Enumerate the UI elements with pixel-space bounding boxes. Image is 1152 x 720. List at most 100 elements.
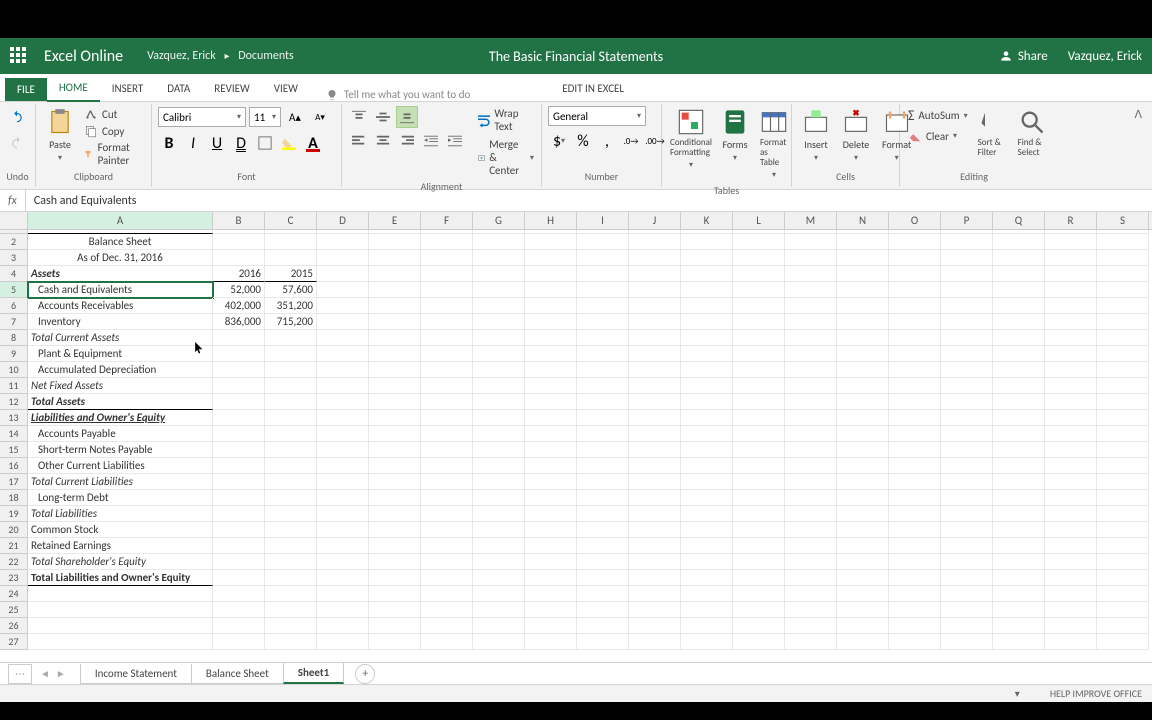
cell-D16[interactable] — [317, 458, 369, 474]
row-header[interactable]: 14 — [0, 426, 28, 442]
undo-button[interactable] — [6, 106, 28, 128]
cell-C4[interactable]: 2015 — [265, 266, 317, 282]
cell-L7[interactable] — [733, 314, 785, 330]
cell-F21[interactable] — [421, 538, 473, 554]
cell-J14[interactable] — [629, 426, 681, 442]
cell-L2[interactable] — [733, 234, 785, 250]
cell-E3[interactable] — [369, 250, 421, 266]
cell-E18[interactable] — [369, 490, 421, 506]
cell-Q20[interactable] — [993, 522, 1045, 538]
cell-O3[interactable] — [889, 250, 941, 266]
cell-N25[interactable] — [837, 602, 889, 618]
number-format-select[interactable]: General▾ — [548, 106, 646, 126]
cell-S18[interactable] — [1097, 490, 1149, 506]
tell-me-search[interactable]: Tell me what you want to do — [326, 88, 470, 101]
cell-R23[interactable] — [1045, 570, 1097, 586]
cell-H20[interactable] — [525, 522, 577, 538]
cell-Q15[interactable] — [993, 442, 1045, 458]
cell-E7[interactable] — [369, 314, 421, 330]
cell-M20[interactable] — [785, 522, 837, 538]
cell-K25[interactable] — [681, 602, 733, 618]
cell-I21[interactable] — [577, 538, 629, 554]
cell-I15[interactable] — [577, 442, 629, 458]
cell-P25[interactable] — [941, 602, 993, 618]
align-left-button[interactable] — [348, 130, 370, 152]
cell-K20[interactable] — [681, 522, 733, 538]
row-header[interactable]: 9 — [0, 346, 28, 362]
cell-A3[interactable]: As of Dec. 31, 2016 — [28, 250, 213, 266]
cell-G9[interactable] — [473, 346, 525, 362]
copy-button[interactable]: Copy — [82, 123, 145, 139]
cell-F9[interactable] — [421, 346, 473, 362]
sheet-prev[interactable]: ◄ — [40, 667, 50, 680]
cell-E14[interactable] — [369, 426, 421, 442]
cell-H24[interactable] — [525, 586, 577, 602]
cell-O26[interactable] — [889, 618, 941, 634]
cell-B10[interactable] — [213, 362, 265, 378]
cell-O2[interactable] — [889, 234, 941, 250]
cell-A10[interactable]: Accumulated Depreciation — [28, 362, 213, 378]
cell-L14[interactable] — [733, 426, 785, 442]
underline-button[interactable]: U — [206, 132, 228, 154]
cell-I14[interactable] — [577, 426, 629, 442]
cell-G25[interactable] — [473, 602, 525, 618]
cell-G20[interactable] — [473, 522, 525, 538]
row-header[interactable]: 26 — [0, 618, 28, 634]
cell-G12[interactable] — [473, 394, 525, 410]
cell-P5[interactable] — [941, 282, 993, 298]
clear-button[interactable]: Clear▾ — [906, 128, 970, 144]
cell-K16[interactable] — [681, 458, 733, 474]
align-right-button[interactable] — [396, 130, 418, 152]
col-header-a[interactable]: A — [28, 212, 213, 229]
cell-C14[interactable] — [265, 426, 317, 442]
cell-B17[interactable] — [213, 474, 265, 490]
cell-G5[interactable] — [473, 282, 525, 298]
row-header[interactable]: 19 — [0, 506, 28, 522]
cell-J2[interactable] — [629, 234, 681, 250]
cell-D8[interactable] — [317, 330, 369, 346]
col-header-c[interactable]: C — [265, 212, 317, 229]
row-header[interactable]: 7 — [0, 314, 28, 330]
cell-D13[interactable] — [317, 410, 369, 426]
cell-J5[interactable] — [629, 282, 681, 298]
cell-A21[interactable]: Retained Earnings — [28, 538, 213, 554]
cell-R17[interactable] — [1045, 474, 1097, 490]
cell-K15[interactable] — [681, 442, 733, 458]
cell-R12[interactable] — [1045, 394, 1097, 410]
cell-Q7[interactable] — [993, 314, 1045, 330]
cell-I23[interactable] — [577, 570, 629, 586]
cell-R14[interactable] — [1045, 426, 1097, 442]
grow-font-button[interactable]: A▴ — [284, 106, 306, 128]
cell-E23[interactable] — [369, 570, 421, 586]
cell-S10[interactable] — [1097, 362, 1149, 378]
cell-R7[interactable] — [1045, 314, 1097, 330]
cell-N5[interactable] — [837, 282, 889, 298]
cell-O6[interactable] — [889, 298, 941, 314]
cell-S8[interactable] — [1097, 330, 1149, 346]
cell-K4[interactable] — [681, 266, 733, 282]
cell-J12[interactable] — [629, 394, 681, 410]
cell-L10[interactable] — [733, 362, 785, 378]
cell-A12[interactable]: Total Assets — [28, 394, 213, 410]
cell-D26[interactable] — [317, 618, 369, 634]
cell-C16[interactable] — [265, 458, 317, 474]
cell-F19[interactable] — [421, 506, 473, 522]
cell-N23[interactable] — [837, 570, 889, 586]
cell-I6[interactable] — [577, 298, 629, 314]
cell-J13[interactable] — [629, 410, 681, 426]
cell-P11[interactable] — [941, 378, 993, 394]
cell-I7[interactable] — [577, 314, 629, 330]
cell-S20[interactable] — [1097, 522, 1149, 538]
cell-D14[interactable] — [317, 426, 369, 442]
col-header-s[interactable]: S — [1097, 212, 1149, 229]
cell-A24[interactable] — [28, 586, 213, 602]
font-size-select[interactable]: 11▾ — [249, 107, 281, 127]
cell-F14[interactable] — [421, 426, 473, 442]
cell-K5[interactable] — [681, 282, 733, 298]
cell-S22[interactable] — [1097, 554, 1149, 570]
cell-G24[interactable] — [473, 586, 525, 602]
col-header-h[interactable]: H — [525, 212, 577, 229]
cell-H11[interactable] — [525, 378, 577, 394]
cell-R24[interactable] — [1045, 586, 1097, 602]
cell-Q4[interactable] — [993, 266, 1045, 282]
